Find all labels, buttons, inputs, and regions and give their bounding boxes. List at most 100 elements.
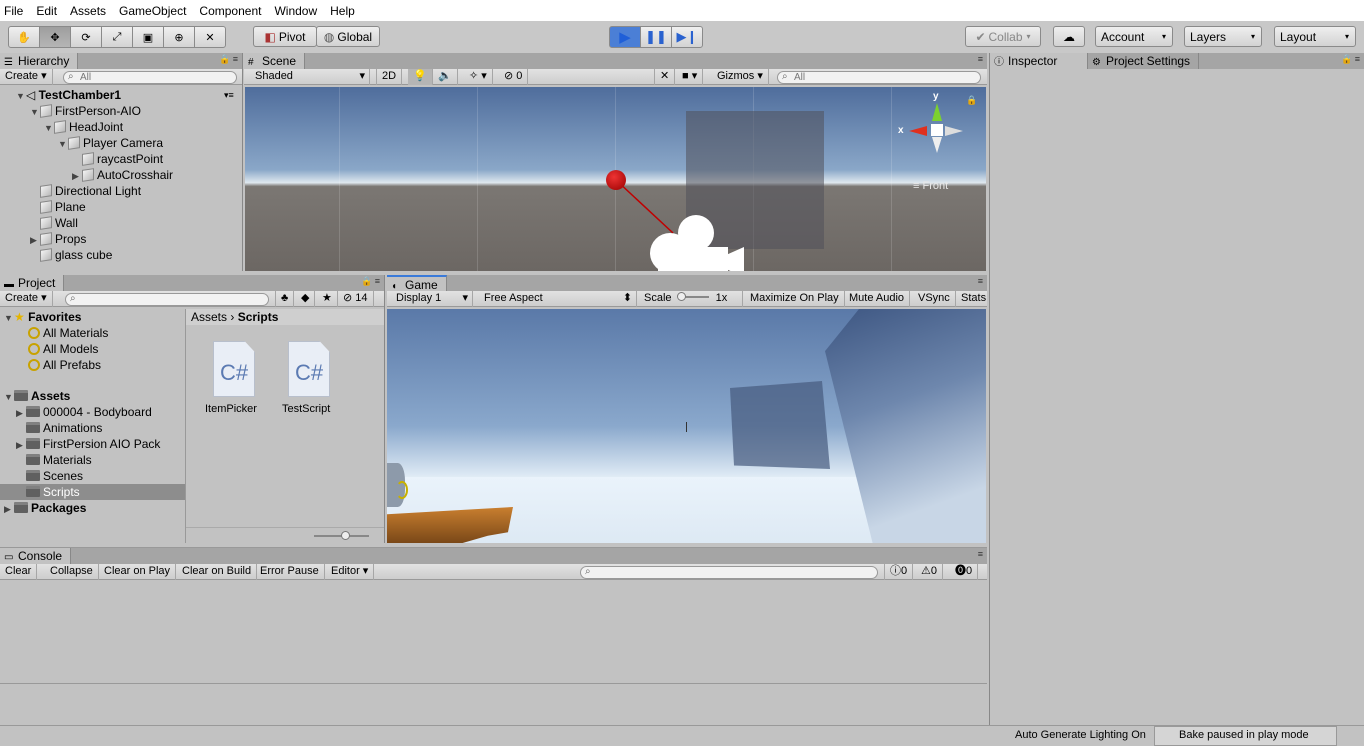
favorites-header[interactable]: ▼★ Favorites bbox=[4, 309, 81, 325]
collapse-button[interactable]: Collapse bbox=[45, 564, 99, 580]
filter-label-icon[interactable]: ◆ bbox=[296, 291, 316, 307]
layers-dropdown[interactable]: Layers ▾ bbox=[1184, 26, 1262, 47]
scene-root[interactable]: ▼◁ TestChamber1 bbox=[16, 87, 121, 103]
filter-type-icon[interactable]: ♣ bbox=[275, 291, 295, 307]
vsync-toggle[interactable]: VSync bbox=[913, 291, 956, 307]
list-item[interactable]: Scripts bbox=[26, 484, 80, 500]
list-item[interactable]: raycastPoint bbox=[82, 151, 163, 167]
lock-icon[interactable]: 🔒 ≡ bbox=[219, 54, 238, 65]
clear-on-build-button[interactable]: Clear on Build bbox=[177, 564, 258, 580]
tab-inspector[interactable]: ⓘ Inspector bbox=[990, 53, 1088, 69]
scale-tool-icon[interactable]: ⤢ bbox=[101, 26, 133, 48]
list-item[interactable]: ▶ AutoCrosshair bbox=[72, 167, 173, 183]
neg-y-arrow[interactable] bbox=[932, 137, 942, 153]
raycast-point-object[interactable] bbox=[606, 170, 626, 190]
rect-tool-icon[interactable]: ▣ bbox=[132, 26, 164, 48]
lighting-icon[interactable]: 💡 bbox=[408, 69, 433, 85]
error-pause-button[interactable]: Error Pause bbox=[255, 564, 325, 580]
editor-dropdown[interactable]: Editor ▾ bbox=[326, 564, 375, 580]
console-search-input[interactable]: ⌕ bbox=[580, 566, 878, 579]
audio-icon[interactable]: 🔈 bbox=[433, 69, 458, 85]
menu-edit[interactable]: Edit bbox=[36, 4, 57, 18]
shading-dropdown[interactable]: Shaded ▾ bbox=[250, 69, 370, 85]
pivot-button[interactable]: ◧ Pivot bbox=[253, 26, 317, 47]
neg-x-arrow[interactable] bbox=[945, 126, 963, 136]
scene-viewport[interactable]: y x 🔒 ≡ Front bbox=[245, 87, 986, 271]
list-item[interactable]: Scenes bbox=[26, 468, 83, 484]
view-label[interactable]: ≡ Front bbox=[913, 180, 948, 192]
effects-icon[interactable]: ✧ ▾ bbox=[464, 69, 493, 85]
project-create-button[interactable]: Create ▾ bbox=[0, 291, 53, 307]
list-item[interactable]: All Materials bbox=[28, 325, 108, 341]
list-item[interactable]: ▼ Player Camera bbox=[58, 135, 163, 151]
project-search-input[interactable]: ⌕ bbox=[65, 293, 269, 306]
panel-menu-icon[interactable]: ≡ bbox=[978, 549, 983, 559]
tab-game[interactable]: ◖ Game bbox=[387, 275, 447, 292]
step-button-icon[interactable]: ▶❙ bbox=[671, 26, 703, 48]
gizmos-dropdown[interactable]: Gizmos ▾ bbox=[712, 69, 769, 85]
menu-assets[interactable]: Assets bbox=[70, 4, 106, 18]
mute-audio-toggle[interactable]: Mute Audio bbox=[844, 291, 911, 307]
list-item[interactable]: glass cube bbox=[40, 247, 112, 263]
tab-scene[interactable]: # Scene bbox=[244, 53, 306, 69]
custom-tool-icon[interactable]: ✕ bbox=[194, 26, 226, 48]
menu-file[interactable]: File bbox=[4, 4, 23, 18]
global-button[interactable]: ◍ Global bbox=[316, 26, 380, 47]
list-item[interactable]: ▶ Props bbox=[30, 231, 86, 247]
bake-status[interactable]: Bake paused in play mode bbox=[1154, 726, 1337, 746]
scene-search-input[interactable]: ⌕ All bbox=[777, 71, 981, 84]
lock-icon[interactable]: 🔒 ≡ bbox=[1341, 54, 1360, 65]
panel-menu-icon[interactable]: ≡ bbox=[978, 276, 983, 286]
camera-gizmo-icon[interactable] bbox=[638, 211, 748, 271]
list-item[interactable]: ▼ HeadJoint bbox=[44, 119, 123, 135]
orientation-gizmo[interactable]: y x 🔒 ≡ Front bbox=[895, 91, 985, 192]
list-item[interactable]: Animations bbox=[26, 420, 102, 436]
menu-window[interactable]: Window bbox=[274, 4, 317, 18]
cloud-icon[interactable]: ☁ bbox=[1053, 26, 1085, 47]
breadcrumb-scripts[interactable]: Scripts bbox=[238, 310, 279, 324]
list-item[interactable]: Wall bbox=[40, 215, 78, 231]
mode-2d-button[interactable]: 2D bbox=[376, 69, 403, 85]
play-button-icon[interactable]: ▶ bbox=[609, 26, 641, 48]
lock-icon[interactable]: 🔒 bbox=[966, 95, 977, 106]
display-dropdown[interactable]: Display 1 ▾ bbox=[391, 291, 473, 307]
lock-icon[interactable]: 🔒 ≡ bbox=[361, 276, 380, 287]
file-name[interactable]: ItemPicker bbox=[205, 403, 257, 415]
layout-dropdown[interactable]: Layout ▾ bbox=[1274, 26, 1356, 47]
tab-project-settings[interactable]: ⚙ Project Settings bbox=[1088, 53, 1200, 69]
menu-gameobject[interactable]: GameObject bbox=[119, 4, 186, 18]
account-dropdown[interactable]: Account ▾ bbox=[1095, 26, 1173, 47]
list-item[interactable]: All Prefabs bbox=[28, 357, 101, 373]
hidden-packages-toggle[interactable]: ⊘ 14 bbox=[338, 291, 374, 307]
assets-header[interactable]: ▼ Assets bbox=[4, 388, 70, 404]
clear-on-play-button[interactable]: Clear on Play bbox=[99, 564, 177, 580]
list-item[interactable]: ▶ 000004 - Bodyboard bbox=[16, 404, 152, 420]
list-item[interactable]: All Models bbox=[28, 341, 98, 357]
list-item[interactable]: ▼ FirstPerson-AIO bbox=[30, 103, 141, 119]
maximize-on-play-toggle[interactable]: Maximize On Play bbox=[745, 291, 845, 307]
x-axis-arrow[interactable] bbox=[909, 126, 927, 136]
csharp-file-icon[interactable]: C# bbox=[288, 341, 330, 397]
panel-menu-icon[interactable]: ≡ bbox=[978, 54, 983, 64]
center-cube[interactable] bbox=[931, 124, 943, 136]
favorite-star-icon[interactable]: ★ bbox=[317, 291, 338, 307]
rotate-tool-icon[interactable]: ⟳ bbox=[70, 26, 102, 48]
hierarchy-search-input[interactable]: ⌕ All bbox=[63, 71, 237, 84]
menu-help[interactable]: Help bbox=[330, 4, 355, 18]
transform-tool-icon[interactable]: ⊕ bbox=[163, 26, 195, 48]
hierarchy-create-button[interactable]: Create ▾ bbox=[0, 69, 53, 85]
csharp-file-icon[interactable]: C# bbox=[213, 341, 255, 397]
list-item[interactable]: Directional Light bbox=[40, 183, 141, 199]
hand-tool-icon[interactable]: ✋ bbox=[8, 26, 40, 48]
collab-dropdown[interactable]: ✔ Collab ▾ bbox=[965, 26, 1041, 47]
aspect-dropdown[interactable]: Free Aspect ⬍ bbox=[479, 291, 637, 307]
breadcrumb-assets[interactable]: Assets bbox=[191, 310, 227, 324]
scale-slider[interactable]: Scale 1x bbox=[639, 291, 743, 307]
tab-hierarchy[interactable]: ☰ Hierarchy bbox=[0, 53, 79, 69]
log-count-toggle[interactable]: ⓘ0 bbox=[884, 564, 914, 580]
hidden-objects-toggle[interactable]: ⊘ 0 bbox=[499, 69, 529, 85]
packages-header[interactable]: ▶ Packages bbox=[4, 500, 86, 516]
zoom-slider-handle[interactable] bbox=[341, 531, 350, 540]
scene-menu-icon[interactable]: ▾≡ bbox=[224, 87, 234, 103]
tab-project[interactable]: ▬ Project bbox=[0, 275, 65, 291]
